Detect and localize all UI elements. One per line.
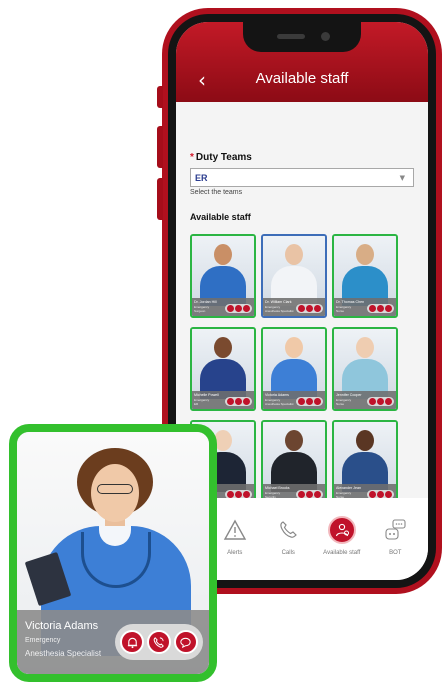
speaker-grille <box>277 34 305 39</box>
mini-bell-button[interactable] <box>298 398 305 405</box>
staff-mini-actions <box>367 397 394 406</box>
staff-card[interactable]: Dr. Thomas Chen Emergency Nurse <box>332 234 398 318</box>
mini-message-button[interactable] <box>314 305 321 312</box>
duty-teams-label: * Duty Teams <box>190 152 414 163</box>
mini-bell-button[interactable] <box>369 491 376 498</box>
tab-calls[interactable]: Calls <box>262 516 314 556</box>
mini-bell-button[interactable] <box>369 398 376 405</box>
mini-bell-button[interactable] <box>227 398 234 405</box>
alert-bell-button[interactable] <box>120 630 145 654</box>
mini-message-button[interactable] <box>314 491 321 498</box>
staff-card[interactable]: Michelle Powell Emergency ER <box>190 327 256 411</box>
staff-specialty: Nurse <box>336 402 345 406</box>
staff-card[interactable]: Michael Brooks Emergency Security <box>261 420 327 504</box>
caret-down-icon: ▼ <box>399 173 405 182</box>
phone-volume-up <box>157 126 163 168</box>
duty-teams-value: ER <box>195 172 208 183</box>
staff-icon <box>327 516 356 544</box>
staff-mini-actions <box>296 304 323 313</box>
staff-photo-head <box>285 430 303 451</box>
phone-icon <box>278 516 298 544</box>
phone-side-button <box>157 86 163 108</box>
duty-teams-select[interactable]: ER ▼ <box>190 168 414 187</box>
duty-teams-helper: Select the teams <box>190 189 243 196</box>
mini-message-button[interactable] <box>243 305 250 312</box>
staff-specialty: Surgeon <box>194 309 206 313</box>
bell-icon <box>127 637 137 648</box>
phone-volume-down <box>157 178 163 220</box>
mini-call-button[interactable] <box>306 305 313 312</box>
staff-mini-actions <box>367 304 394 313</box>
mini-bell-button[interactable] <box>227 305 234 312</box>
mini-message-button[interactable] <box>243 398 250 405</box>
mini-bell-button[interactable] <box>369 305 376 312</box>
mini-call-button[interactable] <box>235 305 242 312</box>
front-camera <box>321 32 330 41</box>
mini-bell-button[interactable] <box>298 491 305 498</box>
warning-triangle-icon <box>223 516 247 544</box>
mini-message-button[interactable] <box>243 491 250 498</box>
mini-bell-button[interactable] <box>227 491 234 498</box>
mini-call-button[interactable] <box>377 398 384 405</box>
staff-photo-head <box>214 244 232 265</box>
staff-card[interactable]: Jennifer Cooper Emergency Nurse <box>332 327 398 411</box>
mini-message-button[interactable] <box>314 398 321 405</box>
staff-specialty: Nurse <box>336 309 345 313</box>
mini-call-button[interactable] <box>306 398 313 405</box>
mini-call-button[interactable] <box>306 491 313 498</box>
phone-notch <box>243 22 361 52</box>
mini-call-button[interactable] <box>235 491 242 498</box>
tab-bot-label: BOT <box>389 550 402 556</box>
staff-specialty: ER <box>194 402 199 406</box>
available-staff-heading: Available staff <box>190 212 251 222</box>
featured-photo-glasses <box>97 484 133 494</box>
staff-photo-head <box>285 244 303 265</box>
tab-available-staff-label: Available staff <box>323 550 361 556</box>
staff-mini-actions <box>225 304 252 313</box>
staff-photo-head <box>285 337 303 358</box>
bot-icon <box>383 516 407 544</box>
message-button[interactable] <box>173 630 198 654</box>
staff-specialty: Anesthesia Specialist <box>265 309 294 313</box>
staff-photo-head <box>356 430 374 451</box>
duty-teams-label-text: Duty Teams <box>195 152 252 163</box>
staff-card[interactable]: Dr. Jordan Hill Emergency Surgeon <box>190 234 256 318</box>
mini-message-button[interactable] <box>385 491 392 498</box>
mini-bell-button[interactable] <box>298 305 305 312</box>
page-title: Available staff <box>255 70 349 87</box>
tab-available-staff[interactable]: Available staff <box>316 516 368 556</box>
staff-specialty: Anesthesia Specialist <box>265 402 294 406</box>
mini-message-button[interactable] <box>385 305 392 312</box>
staff-card[interactable]: Alexander Jean Emergency Nurse <box>332 420 398 504</box>
mini-call-button[interactable] <box>235 398 242 405</box>
staff-card[interactable]: Victoria Adams Emergency Anesthesia Specia… <box>261 327 327 411</box>
chat-bubble-icon <box>180 637 191 648</box>
featured-actions <box>115 624 203 660</box>
featured-staff-card[interactable]: Victoria Adams Emergency Anesthesia Spec… <box>9 424 217 682</box>
staff-card[interactable]: Dr. William Clark Emergency Anesthesia Spe… <box>261 234 327 318</box>
tab-calls-label: Calls <box>281 550 295 556</box>
mini-call-button[interactable] <box>377 491 384 498</box>
phone-call-icon <box>154 636 165 648</box>
mini-message-button[interactable] <box>385 398 392 405</box>
tab-bot[interactable]: BOT <box>369 516 421 556</box>
staff-photo-head <box>356 244 374 265</box>
staff-mini-actions <box>225 397 252 406</box>
call-button[interactable] <box>146 630 171 654</box>
required-mark: * <box>190 152 194 163</box>
tab-available-staff-icon-wrap <box>327 516 356 544</box>
staff-grid: Dr. Jordan Hill Emergency Surgeon Dr. Willi… <box>190 234 414 504</box>
staff-photo-head <box>356 337 374 358</box>
staff-photo-head <box>214 337 232 358</box>
staff-mini-actions <box>296 397 323 406</box>
tab-alerts-label: Alerts <box>227 550 243 556</box>
mini-call-button[interactable] <box>377 305 384 312</box>
